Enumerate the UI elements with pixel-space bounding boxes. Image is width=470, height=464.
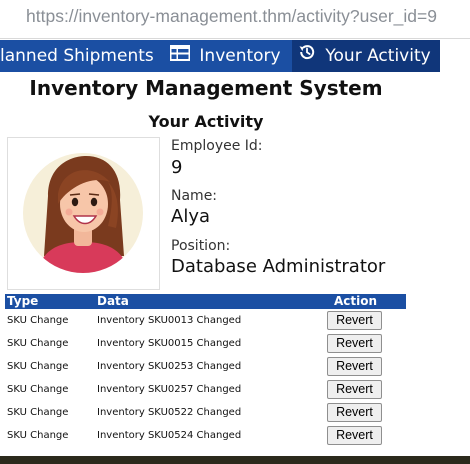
- table-row: SKU Change Inventory SKU0013 Changed Rev…: [5, 309, 406, 332]
- nav-item-label: lanned Shipments: [0, 46, 154, 66]
- row-type: SKU Change: [7, 338, 69, 349]
- page-bottom-edge: [0, 456, 470, 464]
- row-data: Inventory SKU0253 Changed: [97, 361, 242, 372]
- column-header-action: Action: [334, 294, 378, 308]
- revert-button[interactable]: Revert: [327, 311, 382, 330]
- row-type: SKU Change: [7, 407, 69, 418]
- table-row: SKU Change Inventory SKU0015 Changed Rev…: [5, 332, 406, 355]
- url-text[interactable]: https://inventory-management.thm/activit…: [26, 6, 437, 27]
- avatar: [7, 137, 160, 290]
- revert-button[interactable]: Revert: [327, 403, 382, 422]
- nav-item-inventory[interactable]: Inventory: [170, 40, 281, 72]
- row-data: Inventory SKU0522 Changed: [97, 407, 242, 418]
- employee-id-label: Employee Id:: [171, 138, 263, 154]
- row-data: Inventory SKU0013 Changed: [97, 315, 242, 326]
- table-row: SKU Change Inventory SKU0522 Changed Rev…: [5, 401, 406, 424]
- column-header-type: Type: [7, 294, 39, 308]
- table-icon: [170, 40, 190, 72]
- table-row: SKU Change Inventory SKU0524 Changed Rev…: [5, 424, 406, 447]
- app-title: Inventory Management System: [29, 76, 383, 100]
- revert-button[interactable]: Revert: [327, 380, 382, 399]
- page-title: Your Activity: [148, 112, 264, 131]
- row-data: Inventory SKU0015 Changed: [97, 338, 242, 349]
- row-type: SKU Change: [7, 384, 69, 395]
- nav-item-your-activity[interactable]: Your Activity: [292, 40, 441, 72]
- nav-item-label: Your Activity: [325, 46, 431, 66]
- table-row: SKU Change Inventory SKU0257 Changed Rev…: [5, 378, 406, 401]
- top-nav: lanned Shipments Inventory Your Activity: [0, 40, 441, 72]
- employee-id-value: 9: [171, 157, 183, 178]
- revert-button[interactable]: Revert: [327, 357, 382, 376]
- nav-item-planned-shipments[interactable]: lanned Shipments: [0, 40, 159, 72]
- table-header: Type Data Action: [5, 294, 406, 309]
- table-row: SKU Change Inventory SKU0253 Changed Rev…: [5, 355, 406, 378]
- row-type: SKU Change: [7, 315, 69, 326]
- row-type: SKU Change: [7, 430, 69, 441]
- avatar-illustration: [23, 153, 143, 273]
- history-icon: [298, 40, 316, 72]
- row-type: SKU Change: [7, 361, 69, 372]
- position-value: Database Administrator: [171, 256, 386, 277]
- browser-address-bar[interactable]: https://inventory-management.thm/activit…: [0, 0, 470, 39]
- position-label: Position:: [171, 238, 231, 254]
- name-value: Alya: [171, 206, 210, 227]
- name-label: Name:: [171, 188, 218, 204]
- revert-button[interactable]: Revert: [327, 334, 382, 353]
- activity-table: Type Data Action SKU Change Inventory SK…: [5, 294, 406, 447]
- revert-button[interactable]: Revert: [327, 426, 382, 445]
- row-data: Inventory SKU0257 Changed: [97, 384, 242, 395]
- column-header-data: Data: [97, 294, 129, 308]
- nav-spacer: [440, 40, 470, 72]
- nav-item-label: Inventory: [199, 46, 281, 66]
- row-data: Inventory SKU0524 Changed: [97, 430, 242, 441]
